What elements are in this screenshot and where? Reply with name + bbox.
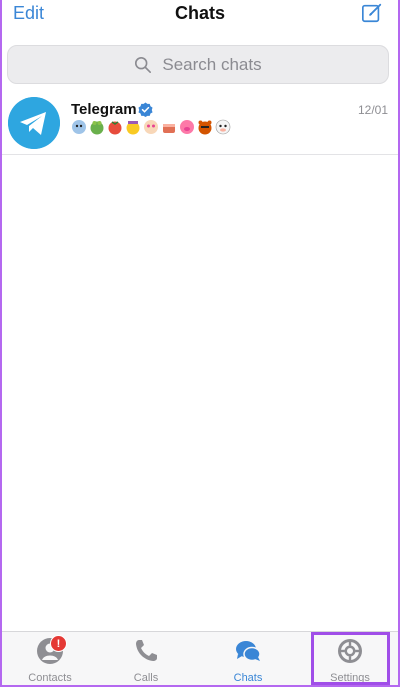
face-emoji-icon xyxy=(144,120,158,134)
chat-bubbles-icon xyxy=(236,641,261,662)
compose-icon[interactable] xyxy=(361,2,383,24)
frog-emoji-icon xyxy=(90,121,104,135)
chat-name: Telegram xyxy=(71,101,137,118)
tomato-emoji-icon xyxy=(108,121,122,135)
tab-bar: ! Contacts Calls Chats Settings xyxy=(0,631,400,687)
page-title: Chats xyxy=(174,3,225,23)
chat-list-item[interactable]: Telegram 12/01 xyxy=(0,93,400,155)
pig-emoji-icon xyxy=(180,120,194,134)
cake-emoji-icon xyxy=(163,124,175,133)
chat-date: 12/01 xyxy=(357,103,388,117)
tab-chats[interactable]: Chats xyxy=(198,632,298,687)
gear-icon xyxy=(338,639,362,663)
search-input[interactable]: Search chats xyxy=(7,45,389,84)
tab-label-calls: Calls xyxy=(133,672,159,684)
tab-label-chats: Chats xyxy=(233,672,263,684)
nav-header: Edit Chats xyxy=(0,0,400,34)
contacts-badge: ! xyxy=(50,635,67,652)
bear-emoji-icon xyxy=(198,120,212,135)
cow-emoji-icon xyxy=(215,119,231,135)
tab-calls[interactable]: Calls xyxy=(96,632,196,687)
tab-contacts[interactable]: ! Contacts xyxy=(0,632,100,687)
tab-settings[interactable]: Settings xyxy=(300,632,400,687)
duck-emoji-icon xyxy=(126,121,140,135)
chat-preview xyxy=(71,119,233,135)
tab-label-contacts: Contacts xyxy=(28,672,72,684)
search-placeholder: Search chats xyxy=(162,54,262,74)
ghost-emoji-icon xyxy=(72,120,86,134)
search-icon xyxy=(135,56,152,73)
telegram-avatar-icon xyxy=(8,97,60,149)
tab-label-settings: Settings xyxy=(330,672,370,684)
verified-badge-icon xyxy=(138,102,153,117)
phone-icon xyxy=(136,640,157,661)
